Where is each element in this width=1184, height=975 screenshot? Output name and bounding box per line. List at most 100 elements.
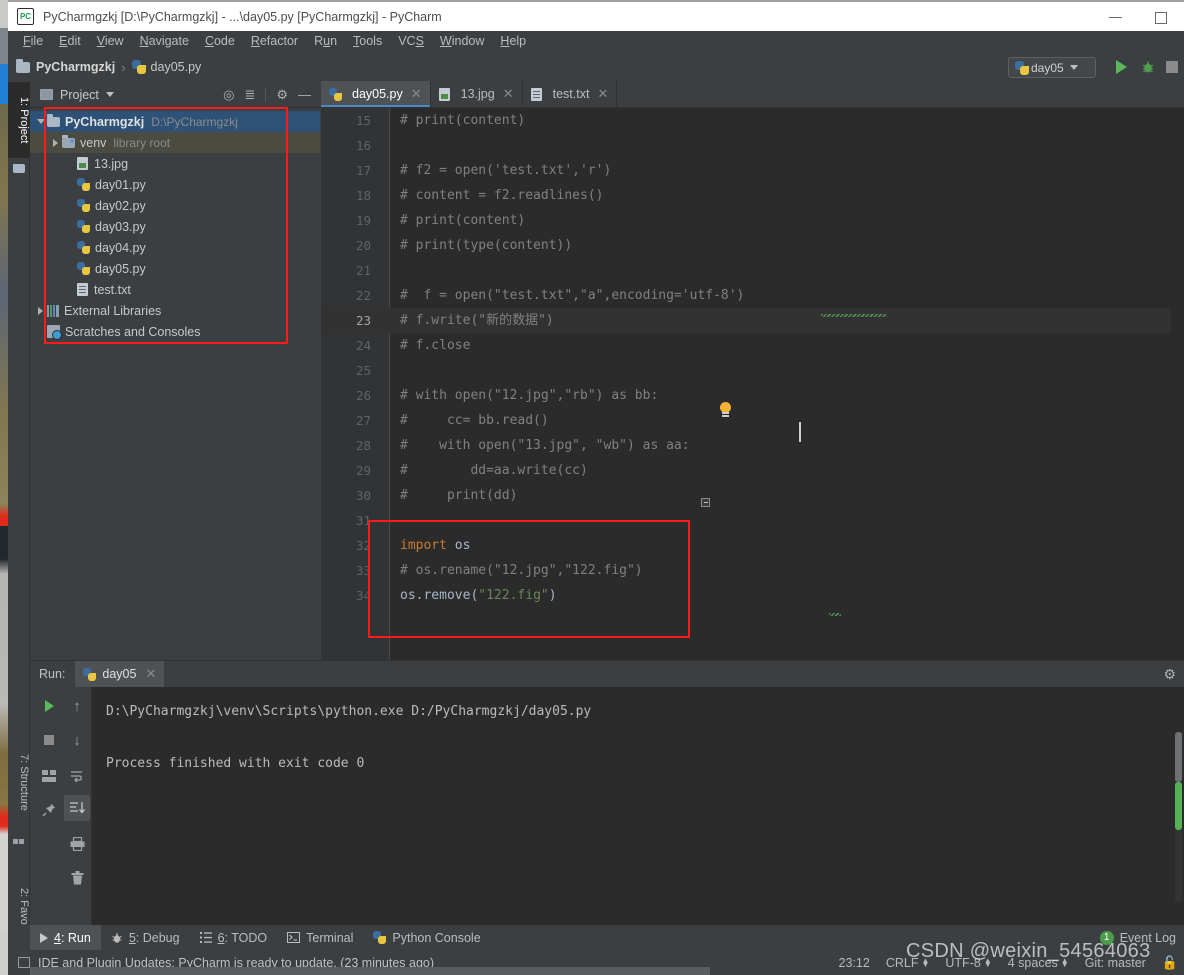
close-icon[interactable]: ✕ xyxy=(411,86,422,102)
menu-run[interactable]: Run xyxy=(306,31,345,52)
intention-bulb-icon[interactable] xyxy=(719,402,732,419)
tree-item-day01-py[interactable]: day01.py xyxy=(30,174,320,195)
line-separator-selector[interactable]: CRLF ▲ ▼ xyxy=(886,956,930,970)
code-line[interactable]: 28 # with open("13.jpg", "wb") as aa: xyxy=(321,433,1184,458)
debug-button[interactable] xyxy=(1141,60,1155,74)
code-line[interactable]: 16 xyxy=(321,133,1184,158)
tree-twisty[interactable] xyxy=(34,119,47,124)
run-console-output[interactable]: D:\PyCharmgzkj\venv\Scripts\python.exe D… xyxy=(92,687,1184,925)
run-tab-day05[interactable]: day05 ✕ xyxy=(75,660,165,688)
menu-view[interactable]: View xyxy=(89,31,132,52)
menu-tools[interactable]: Tools xyxy=(345,31,390,52)
run-button[interactable] xyxy=(1116,60,1127,74)
scroll-to-end-button[interactable] xyxy=(64,795,90,821)
code-line[interactable]: 33 # os.rename("12.jpg","122.fig") xyxy=(321,558,1184,583)
rerun-button[interactable] xyxy=(36,693,62,719)
pin-tab-button[interactable] xyxy=(36,797,62,823)
code-line[interactable]: 15 # print(content) xyxy=(321,108,1184,133)
tree-item-13-jpg[interactable]: 13.jpg xyxy=(30,153,320,174)
scroll-down-button[interactable]: ↓ xyxy=(64,727,90,753)
editor-tab-test-txt[interactable]: test.txt ✕ xyxy=(523,81,618,107)
code-line[interactable]: 21 xyxy=(321,258,1184,283)
hide-panel-icon[interactable]: — xyxy=(298,88,311,101)
tree-item-venv[interactable]: venv library root xyxy=(30,132,320,153)
tree-twisty[interactable] xyxy=(49,138,62,147)
collapse-all-icon[interactable]: ≣ xyxy=(244,88,255,101)
minimize-button[interactable] xyxy=(1092,2,1138,33)
bottom-tab-5-debug[interactable]: 5: Debug xyxy=(101,925,190,950)
bottom-tab-4-run[interactable]: 4: Run xyxy=(30,925,101,950)
code-line[interactable]: 22 # f = open("test.txt","a",encoding='ut… xyxy=(321,283,1184,308)
tree-item-pycharmgzkj[interactable]: PyCharmgzkj D:\PyCharmgzkj xyxy=(30,111,320,132)
code-line[interactable]: 20 # print(type(content)) xyxy=(321,233,1184,258)
code-line[interactable]: 25 xyxy=(321,358,1184,383)
code-editor[interactable]: 15 # print(content) 16 17 # f2 = open('test.… xyxy=(321,108,1184,660)
editor-tab-13-jpg[interactable]: 13.jpg ✕ xyxy=(431,81,523,107)
code-lines[interactable]: 15 # print(content) 16 17 # f2 = open('test.… xyxy=(321,108,1184,660)
code-line[interactable]: 17 # f2 = open('test.txt','r') xyxy=(321,158,1184,183)
tree-item-external-libraries[interactable]: External Libraries xyxy=(30,300,320,321)
menu-window[interactable]: Window xyxy=(432,31,492,52)
menu-vcs[interactable]: VCS xyxy=(390,31,432,52)
gear-icon[interactable]: ⚙ xyxy=(276,88,288,101)
editor-tab-day05-py[interactable]: day05.py ✕ xyxy=(321,81,431,107)
indent-selector[interactable]: 4 spaces ▲ ▼ xyxy=(1008,956,1069,970)
breadcrumb-project[interactable]: PyCharmgzkj xyxy=(36,60,115,74)
code-line[interactable]: 29 # dd=aa.write(cc) xyxy=(321,458,1184,483)
bottom-tab-6-todo[interactable]: 6: TODO xyxy=(190,925,278,950)
git-branch-selector[interactable]: Git: master xyxy=(1085,956,1146,970)
notification-icon[interactable] xyxy=(18,957,30,968)
bottom-tab-terminal[interactable]: Terminal xyxy=(277,925,363,950)
menu-file[interactable]: File xyxy=(15,31,51,52)
print-button[interactable] xyxy=(64,831,90,857)
sidebar-item-structure[interactable]: 7: Structure xyxy=(8,732,30,832)
maximize-button[interactable] xyxy=(1138,2,1184,33)
tree-item-scratches-and-consoles[interactable]: Scratches and Consoles xyxy=(30,321,320,342)
code-line[interactable]: 34 os.remove("122.fig") xyxy=(321,583,1184,608)
menu-refactor[interactable]: Refactor xyxy=(243,31,306,52)
editor-scrollbar[interactable] xyxy=(1171,108,1184,660)
console-scrollbar[interactable] xyxy=(1175,732,1182,902)
soft-wrap-button[interactable] xyxy=(64,763,90,789)
project-tree[interactable]: PyCharmgzkj D:\PyCharmgzkj venv library roo… xyxy=(30,108,320,660)
bottom-tab-python-console[interactable]: Python Console xyxy=(363,925,490,950)
menu-navigate[interactable]: Navigate xyxy=(132,31,197,52)
locate-target-icon[interactable]: ◎ xyxy=(223,88,234,101)
stop-process-button[interactable] xyxy=(36,727,62,753)
menu-code[interactable]: Code xyxy=(197,31,243,52)
gear-icon[interactable]: ⚙ xyxy=(1163,667,1176,681)
clear-all-button[interactable] xyxy=(64,865,90,891)
code-line[interactable]: 27 # cc= bb.read() xyxy=(321,408,1184,433)
breadcrumb-file[interactable]: day05.py xyxy=(151,60,202,74)
lock-icon[interactable]: 🔓 xyxy=(1162,955,1178,971)
code-line[interactable]: 31 xyxy=(321,508,1184,533)
run-configuration-selector[interactable]: day05 xyxy=(1008,57,1096,78)
toggle-tasks-button[interactable] xyxy=(36,763,62,789)
caret-position[interactable]: 23:12 xyxy=(839,956,870,970)
code-line[interactable]: 24 # f.close xyxy=(321,333,1184,358)
code-line[interactable]: 30 # print(dd) xyxy=(321,483,1184,508)
code-fold-marker[interactable] xyxy=(701,498,710,507)
close-icon[interactable]: ✕ xyxy=(503,86,514,102)
code-line[interactable]: 23 # f.write("新的数据") xyxy=(321,308,1184,333)
horizontal-scrollbar[interactable] xyxy=(30,967,710,975)
code-line[interactable]: 32 import os xyxy=(321,533,1184,558)
scroll-up-button[interactable]: ↑ xyxy=(64,693,90,719)
code-line[interactable]: 18 # content = f2.readlines() xyxy=(321,183,1184,208)
tree-item-day05-py[interactable]: day05.py xyxy=(30,258,320,279)
tree-item-day03-py[interactable]: day03.py xyxy=(30,216,320,237)
tree-item-day02-py[interactable]: day02.py xyxy=(30,195,320,216)
code-line[interactable]: 26 # with open("12.jpg","rb") as bb: xyxy=(321,383,1184,408)
chevron-down-icon[interactable] xyxy=(105,92,114,97)
menu-edit[interactable]: Edit xyxy=(51,31,89,52)
encoding-selector[interactable]: UTF-8 ▲ ▼ xyxy=(945,956,991,970)
sidebar-item-project[interactable]: 1: Project xyxy=(8,82,30,158)
stop-button[interactable] xyxy=(1166,61,1178,73)
tree-item-test-txt[interactable]: test.txt xyxy=(30,279,320,300)
tree-item-day04-py[interactable]: day04.py xyxy=(30,237,320,258)
console-scrollbar-thumb[interactable] xyxy=(1175,732,1182,782)
close-icon[interactable]: ✕ xyxy=(145,666,156,682)
code-line[interactable]: 19 # print(content) xyxy=(321,208,1184,233)
tree-twisty[interactable] xyxy=(34,306,47,315)
event-log-button[interactable]: 1 Event Log xyxy=(1099,925,1176,950)
